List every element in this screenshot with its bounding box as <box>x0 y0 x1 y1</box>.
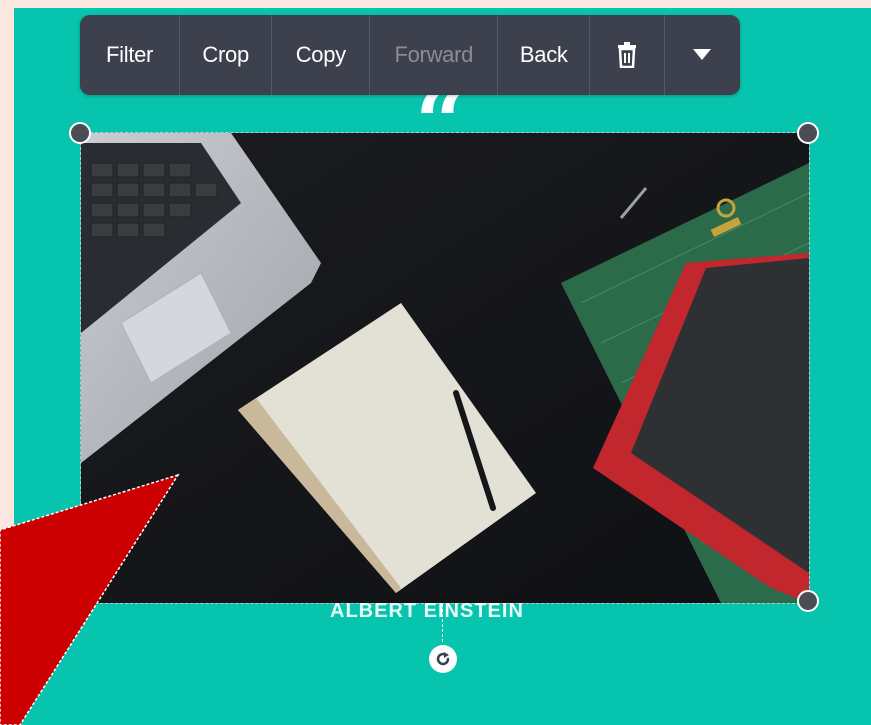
author-caption[interactable]: ALBERT EINSTEIN <box>330 600 524 623</box>
rotate-icon <box>436 652 450 666</box>
delete-button[interactable] <box>590 15 665 95</box>
resize-handle-bottom-left[interactable] <box>69 590 91 612</box>
more-options-button[interactable] <box>665 15 740 95</box>
desk-photo-illustration <box>81 133 809 603</box>
filter-button[interactable]: Filter <box>80 15 181 95</box>
chevron-down-icon <box>693 49 712 60</box>
resize-handle-top-right[interactable] <box>797 122 819 144</box>
crop-button[interactable]: Crop <box>180 15 273 95</box>
selected-photo[interactable] <box>81 133 809 603</box>
copy-button[interactable]: Copy <box>272 15 371 95</box>
forward-button[interactable]: Forward <box>370 15 499 95</box>
trash-icon <box>618 42 637 68</box>
resize-handle-bottom-right[interactable] <box>797 590 819 612</box>
resize-handle-top-left[interactable] <box>69 122 91 144</box>
back-button[interactable]: Back <box>498 15 591 95</box>
image-toolbar: Filter Crop Copy Forward Back <box>80 15 740 95</box>
rotate-handle[interactable] <box>429 645 457 673</box>
rotate-connector <box>442 604 443 642</box>
